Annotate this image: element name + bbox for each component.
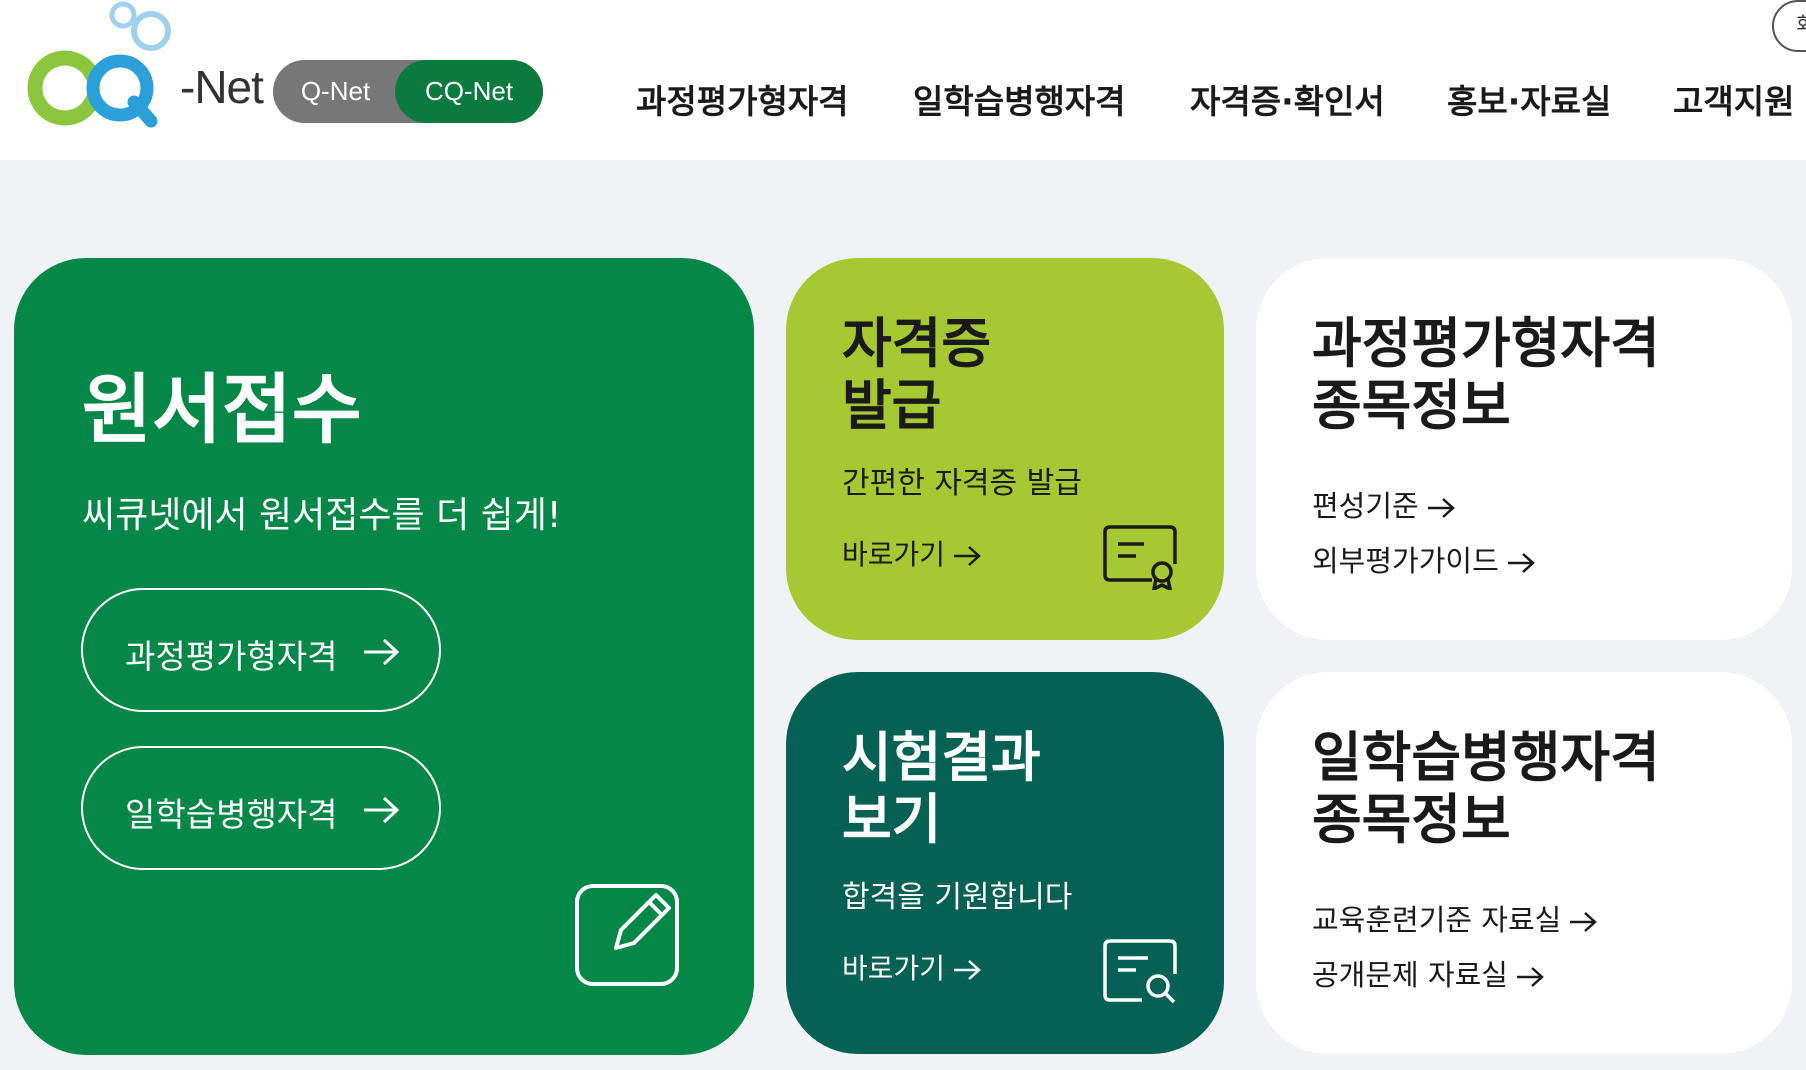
- link-label: 공개문제 자료실: [1312, 958, 1508, 992]
- nav-course-evaluation[interactable]: 과정평가형자격: [636, 75, 849, 123]
- exam-result-card[interactable]: 시험결과 보기 합격을 기원합니다 바로가기: [786, 672, 1224, 1054]
- switch-q-net[interactable]: Q-Net: [273, 60, 398, 123]
- public-questions-archive-link[interactable]: 공개문제 자료실: [1312, 952, 1544, 994]
- arrow-right-icon: [954, 546, 981, 566]
- arrow-right-icon: [1516, 967, 1544, 987]
- title-line: 자격증: [842, 312, 992, 375]
- header-side-button[interactable]: 회: [1772, 0, 1806, 52]
- link-label: 바로가기: [842, 538, 946, 571]
- organization-standard-link[interactable]: 편성기준: [1312, 483, 1455, 525]
- nav-work-learning[interactable]: 일학습병행자격: [913, 75, 1126, 123]
- arrow-right-icon: [1507, 553, 1535, 573]
- arrow-right-icon: [954, 960, 981, 980]
- certificate-issue-subtitle: 간편한 자격증 발급: [842, 466, 1082, 501]
- title-line: 시험결과: [842, 726, 1041, 789]
- title-line: 종목정보: [1312, 788, 1511, 851]
- button-label: 과정평가형자격: [125, 637, 338, 676]
- arrow-right-icon: [364, 638, 399, 666]
- arrow-right-icon: [364, 796, 399, 824]
- logo-text: -Net: [180, 61, 264, 113]
- training-standard-archive-link[interactable]: 교육훈련기준 자료실: [1312, 897, 1598, 939]
- link-label: 바로가기: [842, 952, 946, 985]
- application-title: 원서접수: [82, 365, 362, 454]
- arrow-right-icon: [1427, 498, 1455, 518]
- title-line: 종목정보: [1312, 374, 1511, 437]
- apply-course-evaluation-button[interactable]: 과정평가형자격: [81, 588, 441, 712]
- exam-result-subtitle: 합격을 기원합니다: [842, 880, 1073, 915]
- certificate-issue-card[interactable]: 자격증 발급 간편한 자격증 발급 바로가기: [786, 258, 1224, 640]
- title-line: 보기: [842, 788, 942, 851]
- course-evaluation-info-title: 과정평가형자격 종목정보: [1312, 313, 1660, 437]
- document-search-icon: [1103, 939, 1177, 1004]
- arrow-right-icon: [1570, 912, 1598, 932]
- header-side-button-label: 회: [1796, 8, 1806, 37]
- external-evaluation-guide-link[interactable]: 외부평가가이드: [1312, 538, 1535, 580]
- cq-net-logo[interactable]: -Net: [20, 0, 270, 130]
- exam-result-title: 시험결과 보기: [842, 727, 1041, 851]
- course-evaluation-info-card: 과정평가형자격 종목정보 편성기준 외부평가가이드: [1256, 258, 1792, 640]
- site-switch: Q-Net CQ-Net: [273, 60, 543, 123]
- certificate-issue-title: 자격증 발급: [842, 313, 991, 437]
- site-header: -Net Q-Net CQ-Net 과정평가형자격 일학습병행자격 자격증·확인…: [0, 0, 1806, 160]
- link-label: 외부평가가이드: [1312, 544, 1499, 578]
- work-learning-info-title: 일학습병행자격 종목정보: [1312, 727, 1660, 851]
- title-line: 과정평가형자격: [1312, 312, 1660, 375]
- title-line: 일학습병행자격: [1312, 726, 1660, 789]
- application-subtitle: 씨큐넷에서 원서접수를 더 쉽게!: [82, 495, 562, 536]
- title-line: 발급: [842, 374, 942, 437]
- edit-icon: [575, 884, 679, 986]
- exam-result-link[interactable]: 바로가기: [842, 947, 981, 987]
- certificate-issue-link[interactable]: 바로가기: [842, 533, 981, 573]
- nav-certificates[interactable]: 자격증·확인서: [1190, 75, 1385, 123]
- link-label: 편성기준: [1312, 489, 1419, 523]
- certificate-icon: [1103, 525, 1177, 590]
- cq-logo-icon: [27, 1, 171, 128]
- work-learning-info-card: 일학습병행자격 종목정보 교육훈련기준 자료실 공개문제 자료실: [1256, 672, 1792, 1054]
- nav-promotion[interactable]: 홍보·자료실: [1447, 75, 1611, 123]
- switch-cq-net[interactable]: CQ-Net: [395, 60, 543, 123]
- nav-customer-support[interactable]: 고객지원: [1673, 75, 1794, 123]
- apply-work-learning-button[interactable]: 일학습병행자격: [81, 746, 441, 870]
- link-label: 교육훈련기준 자료실: [1312, 903, 1562, 937]
- button-label: 일학습병행자격: [125, 795, 338, 834]
- application-card: 원서접수 씨큐넷에서 원서접수를 더 쉽게! 과정평가형자격 일학습병행자격: [14, 258, 754, 1055]
